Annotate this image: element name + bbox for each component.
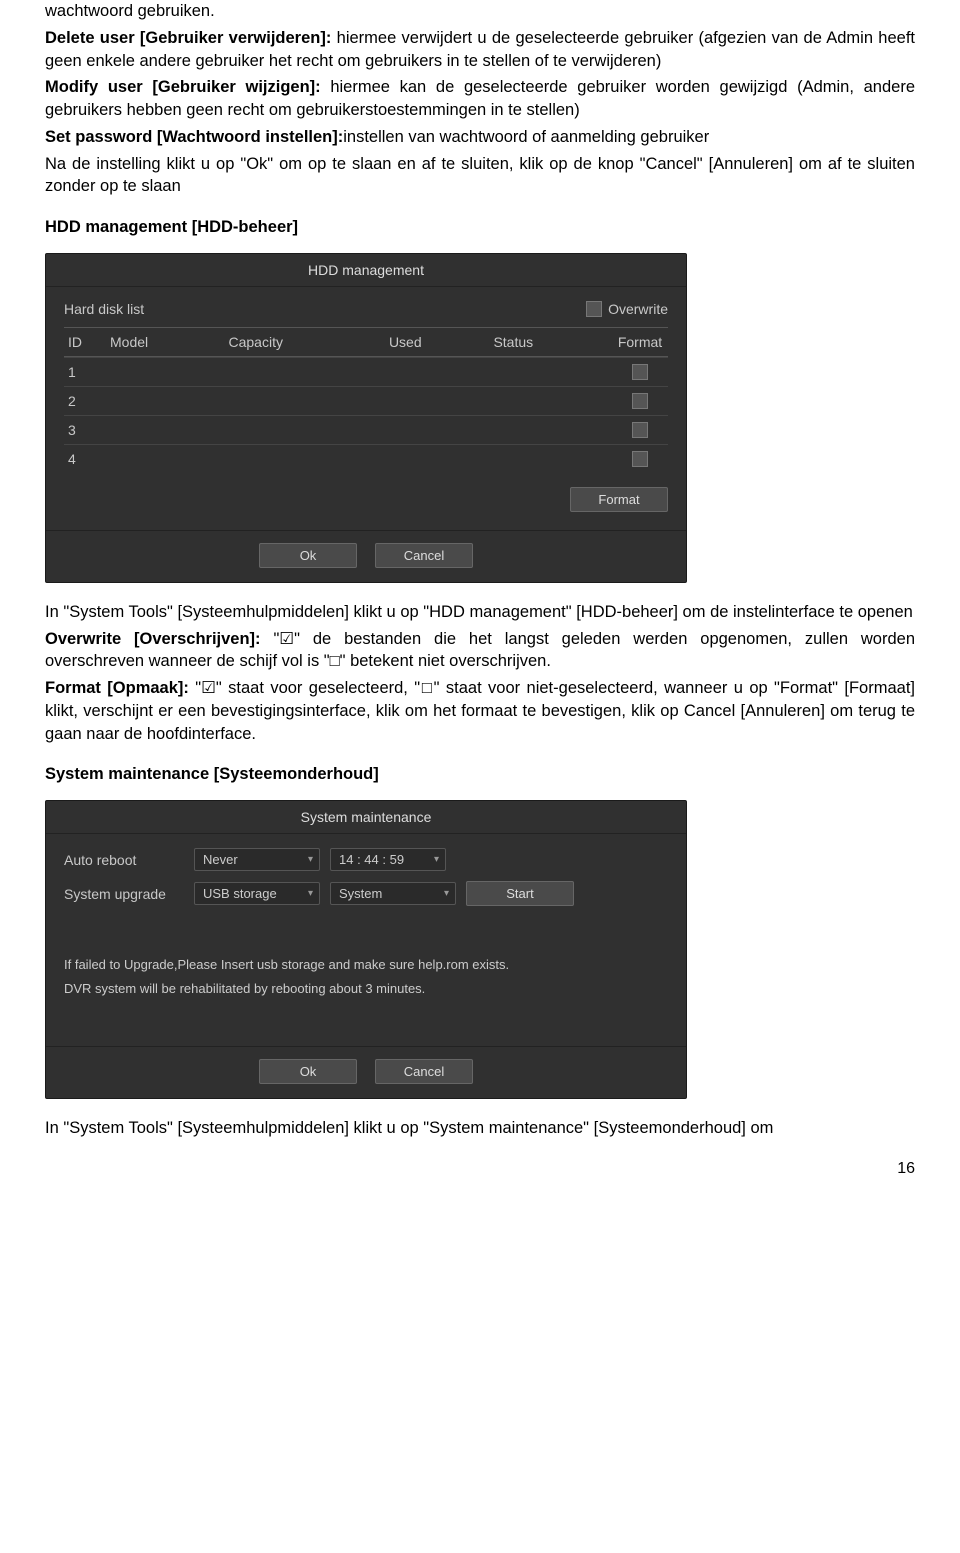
format-checkbox[interactable] (632, 393, 648, 409)
col-status: Status (489, 327, 612, 357)
text-paragraph: In "System Tools" [Systeemhulpmiddelen] … (45, 601, 915, 624)
start-button[interactable]: Start (466, 881, 574, 906)
format-checkbox[interactable] (632, 451, 648, 467)
system-maintenance-panel: System maintenance Auto reboot Never ▾ 1… (45, 800, 687, 1099)
table-row: 2 (64, 386, 668, 415)
chevron-down-icon: ▾ (308, 888, 313, 899)
select-value: USB storage (203, 886, 277, 901)
time-value: 14 : 44 : 59 (339, 852, 404, 867)
chevron-down-icon: ▾ (434, 854, 439, 865)
chevron-down-icon: ▾ (444, 888, 449, 899)
cell-id: 2 (64, 386, 106, 415)
text-paragraph: Format [Opmaak]: "☑" staat voor geselect… (45, 677, 915, 745)
col-model: Model (106, 327, 225, 357)
cancel-button[interactable]: Cancel (375, 543, 473, 568)
time-field[interactable]: 14 : 44 : 59 ▾ (330, 848, 446, 871)
select-value: System (339, 886, 382, 901)
col-id: ID (64, 327, 106, 357)
label-modify-user: Modify user [Gebruiker wijzigen]: (45, 78, 321, 96)
hdd-table: ID Model Capacity Used Status Format 1 2… (64, 327, 668, 473)
col-used: Used (385, 327, 490, 357)
label-system-upgrade: System upgrade (64, 886, 184, 902)
upgrade-source-select[interactable]: USB storage ▾ (194, 882, 320, 905)
heading-system-maintenance: System maintenance [Systeemonderhoud] (45, 763, 915, 786)
col-format: Format (612, 327, 668, 357)
cancel-button[interactable]: Cancel (375, 1059, 473, 1084)
table-row: 4 (64, 444, 668, 473)
text-paragraph: Overwrite [Overschrijven]: "☑" de bestan… (45, 628, 915, 674)
chevron-down-icon: ▾ (308, 854, 313, 865)
format-button[interactable]: Format (570, 487, 668, 512)
format-checkbox[interactable] (632, 364, 648, 380)
status-message: DVR system will be rehabilitated by rebo… (64, 980, 668, 998)
ok-button[interactable]: Ok (259, 543, 357, 568)
label-overwrite: Overwrite (608, 301, 668, 317)
upgrade-target-select[interactable]: System ▾ (330, 882, 456, 905)
checkbox-icon (586, 301, 602, 317)
format-checkbox[interactable] (632, 422, 648, 438)
cell-id: 4 (64, 444, 106, 473)
status-message: If failed to Upgrade,Please Insert usb s… (64, 956, 668, 974)
text-paragraph: Modify user [Gebruiker wijzigen]: hierme… (45, 76, 915, 122)
text-paragraph: Na de instelling klikt u op "Ok" om op t… (45, 153, 915, 199)
text-paragraph: Delete user [Gebruiker verwijderen]: hie… (45, 27, 915, 73)
label-overwrite-desc: Overwrite [Overschrijven]: (45, 630, 261, 648)
panel-title: System maintenance (46, 801, 686, 834)
panel-title: HDD management (46, 254, 686, 287)
text-paragraph: In "System Tools" [Systeemhulpmiddelen] … (45, 1117, 915, 1140)
page-number: 16 (45, 1160, 915, 1178)
table-row: 1 (64, 357, 668, 386)
label-delete-user: Delete user [Gebruiker verwijderen]: (45, 29, 331, 47)
ok-button[interactable]: Ok (259, 1059, 357, 1084)
label-format-desc: Format [Opmaak]: (45, 679, 189, 697)
cell-id: 3 (64, 415, 106, 444)
text-line: wachtwoord gebruiken. (45, 0, 915, 23)
col-capacity: Capacity (225, 327, 385, 357)
heading-hdd-management: HDD management [HDD-beheer] (45, 216, 915, 239)
label-set-password: Set password [Wachtwoord instellen]: (45, 128, 343, 146)
overwrite-toggle[interactable]: Overwrite (586, 301, 668, 317)
text-paragraph: Set password [Wachtwoord instellen]:inst… (45, 126, 915, 149)
label-auto-reboot: Auto reboot (64, 852, 184, 868)
select-value: Never (203, 852, 238, 867)
cell-id: 1 (64, 357, 106, 386)
table-row: 3 (64, 415, 668, 444)
auto-reboot-select[interactable]: Never ▾ (194, 848, 320, 871)
text-span: instellen van wachtwoord of aanmelding g… (343, 128, 709, 146)
hdd-panel: HDD management Hard disk list Overwrite … (45, 253, 687, 583)
label-hard-disk-list: Hard disk list (64, 301, 144, 317)
